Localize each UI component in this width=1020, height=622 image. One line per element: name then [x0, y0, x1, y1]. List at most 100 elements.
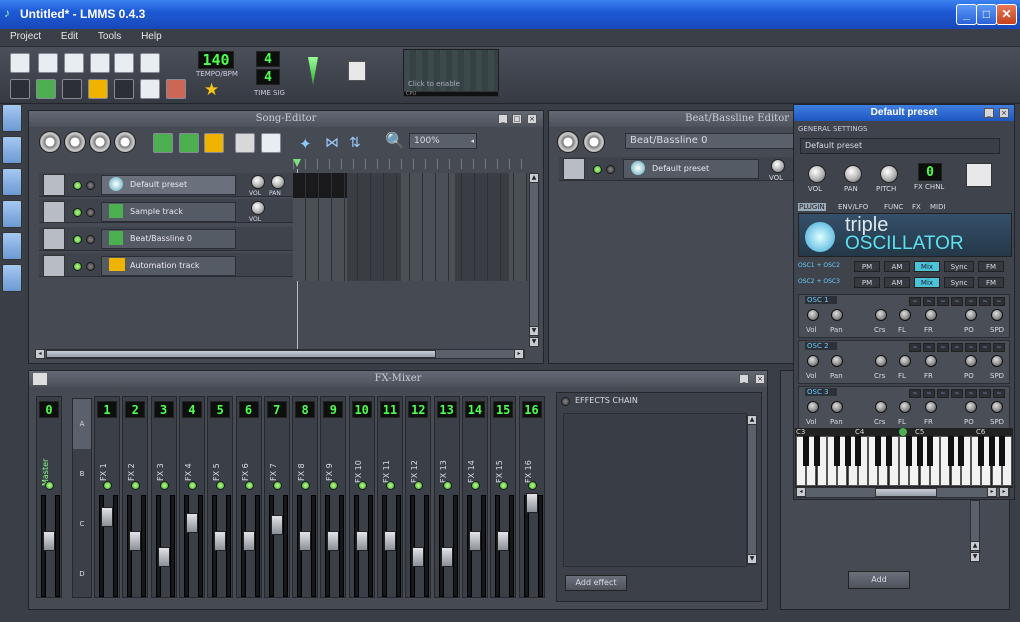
fx-mute-led[interactable] [499, 481, 509, 490]
song-editor-icon[interactable] [10, 79, 30, 99]
fx-channel[interactable]: 11 FX 11 [377, 396, 403, 598]
osc-knob-po[interactable] [965, 355, 977, 367]
add-automation-track-icon[interactable] [204, 133, 224, 153]
waveform-button[interactable]: ~ [993, 389, 1005, 398]
black-key[interactable] [875, 436, 882, 466]
base-note-marker[interactable] [899, 428, 907, 436]
track-mute-led[interactable] [593, 165, 602, 174]
add-button[interactable]: Add [848, 571, 910, 589]
fx-fader[interactable] [525, 493, 538, 513]
effects-chain-toggle[interactable] [561, 397, 570, 406]
fx-fader[interactable] [157, 547, 170, 567]
zoom-select[interactable]: 100% ◂ [409, 133, 477, 149]
fx-mute-led[interactable] [244, 481, 254, 490]
fx-right-scrollbar[interactable]: ▲ ▼ [970, 500, 980, 562]
my-projects-icon[interactable] [2, 136, 22, 164]
timeline-ruler[interactable] [293, 159, 527, 169]
scroll-down-arrow[interactable]: ▼ [529, 337, 539, 347]
master-pitch-slider-icon[interactable] [348, 61, 366, 81]
track-solo-led[interactable] [86, 181, 95, 190]
stop-button[interactable] [64, 131, 86, 153]
tab-midi[interactable]: MIDI [930, 203, 946, 211]
waveform-button[interactable]: ~ [937, 343, 949, 352]
osc-knob-po[interactable] [965, 309, 977, 321]
fx-channel[interactable]: 6 FX 6 [235, 396, 262, 598]
scroll-up-arrow[interactable]: ▲ [747, 415, 757, 425]
waveform-button[interactable]: ~ [937, 297, 949, 306]
fx-mixer-minimize[interactable]: _ [739, 374, 749, 384]
osc-knob-fr[interactable] [925, 401, 937, 413]
waveform-button[interactable]: ~ [923, 343, 935, 352]
mod-pm-button[interactable]: PM [854, 261, 880, 272]
osc-knob-crs[interactable] [875, 309, 887, 321]
save-project-icon[interactable] [114, 53, 134, 73]
bb-select[interactable]: Beat/Bassline 0 [625, 133, 793, 149]
song-editor-minimize[interactable]: _ [498, 114, 508, 124]
bank-tab-d[interactable]: D [73, 549, 91, 599]
volume-knob[interactable] [251, 201, 265, 215]
black-key[interactable] [803, 436, 810, 466]
track-mute-led[interactable] [73, 262, 82, 271]
waveform-button[interactable]: ~ [923, 389, 935, 398]
track-solo-led[interactable] [606, 165, 615, 174]
osc-knob-fr[interactable] [925, 355, 937, 367]
waveform-button[interactable]: ~ [979, 297, 991, 306]
waveform-button[interactable]: ~ [951, 389, 963, 398]
osc-knob-vol[interactable] [807, 355, 819, 367]
fx-mute-led[interactable] [414, 481, 424, 490]
time-sig-numerator[interactable]: 4 [256, 51, 280, 67]
waveform-button[interactable]: ~ [937, 389, 949, 398]
fx-channel[interactable]: 3 FX 3 [150, 396, 177, 598]
scroll-right-arrow[interactable]: ▸ [999, 487, 1009, 497]
black-key[interactable] [916, 436, 923, 466]
bank-tab-a[interactable]: A [73, 399, 91, 449]
scroll-right-arrow[interactable]: ▸ [514, 349, 524, 359]
black-key[interactable] [978, 436, 985, 466]
scroll-left-arrow[interactable]: ◂ [35, 349, 45, 359]
waveform-button[interactable]: ~ [965, 389, 977, 398]
fx-fader[interactable] [412, 547, 425, 567]
record-button[interactable] [89, 131, 111, 153]
osc-knob-pan[interactable] [831, 401, 843, 413]
tab-fx[interactable]: FX [912, 203, 921, 211]
fx-channel[interactable]: 2 FX 2 [122, 396, 149, 598]
menu-tools[interactable]: Tools [88, 29, 128, 42]
instrument-plugins-icon[interactable] [2, 104, 22, 132]
track-settings-icon[interactable] [43, 255, 65, 277]
fx-channel[interactable]: 9 FX 9 [320, 396, 347, 598]
mod-pm-button[interactable]: PM [854, 277, 880, 288]
split-icon[interactable]: ⋈ [325, 135, 339, 151]
fx-channel[interactable]: 7 FX 7 [263, 396, 290, 598]
fx-mute-led[interactable] [442, 481, 452, 490]
fx-fader[interactable] [299, 531, 312, 551]
scroll-up-arrow[interactable]: ▲ [970, 541, 980, 551]
add-bb-track-icon[interactable] [153, 133, 173, 153]
track-solo-led[interactable] [86, 235, 95, 244]
black-key[interactable] [957, 436, 964, 466]
track-mute-led[interactable] [73, 181, 82, 190]
fx-fader[interactable] [101, 507, 113, 527]
fx-mute-led[interactable] [357, 481, 367, 490]
black-key[interactable] [854, 436, 861, 466]
open-project-icon[interactable] [64, 53, 84, 73]
black-key[interactable] [999, 436, 1005, 466]
piano-roll-icon[interactable] [62, 79, 82, 99]
project-notes-icon[interactable] [88, 79, 108, 99]
instrument-volume-knob[interactable] [808, 165, 826, 183]
waveform-button[interactable]: ~ [979, 389, 991, 398]
fx-channel[interactable]: 13 FX 13 [433, 396, 460, 598]
new-from-template-icon[interactable] [38, 53, 58, 73]
track-settings-icon[interactable] [43, 201, 65, 223]
fx-mute-led[interactable] [103, 481, 112, 490]
my-samples-icon[interactable] [2, 168, 22, 196]
fx-mute-led[interactable] [470, 481, 480, 490]
pattern-grid[interactable] [293, 173, 527, 281]
quantize-icon[interactable]: ⇅ [349, 135, 361, 151]
waveform-button[interactable]: ~ [965, 297, 977, 306]
my-home-icon[interactable] [2, 232, 22, 260]
controller-rack-icon[interactable] [166, 79, 186, 99]
fx-mixer-close[interactable]: × [755, 374, 765, 384]
track-settings-icon[interactable] [43, 228, 65, 250]
bb-volume-knob[interactable] [771, 159, 785, 173]
black-key[interactable] [813, 436, 820, 466]
